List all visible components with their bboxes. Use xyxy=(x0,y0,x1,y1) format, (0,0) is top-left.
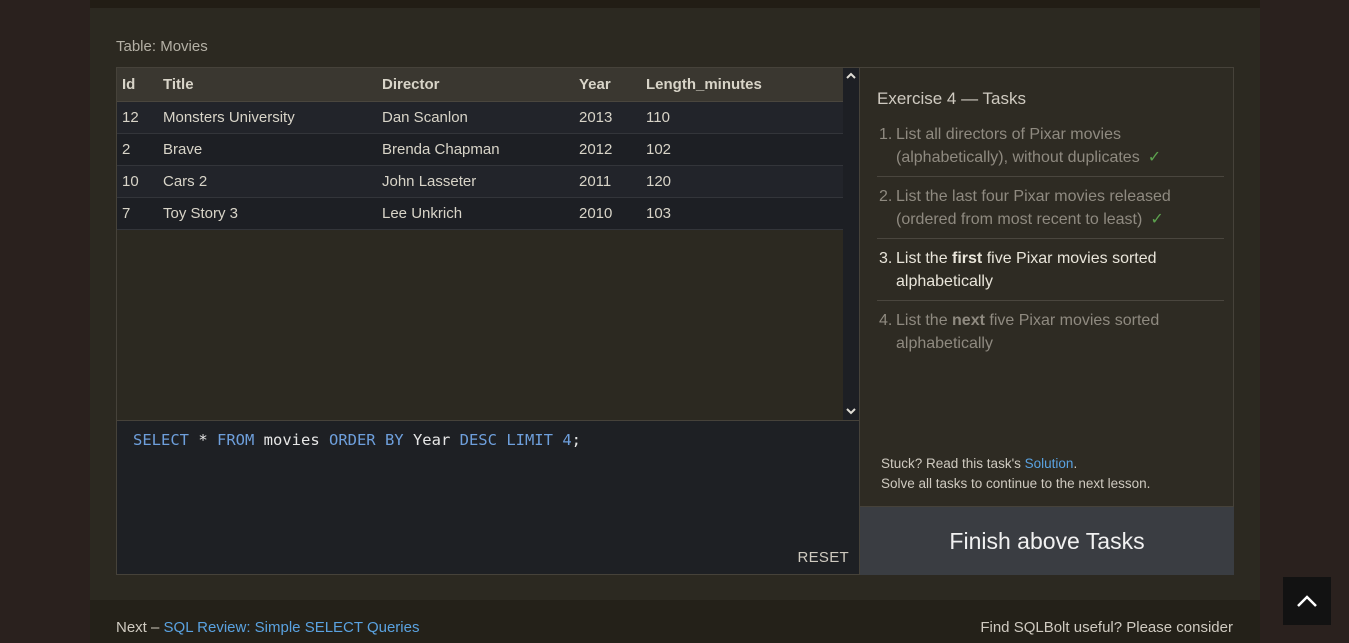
sql-text: movies xyxy=(254,431,329,449)
sql-text: ; xyxy=(571,431,582,449)
stuck-suffix: . xyxy=(1073,456,1078,471)
results-table: Id Title Director Year Length_minutes 12… xyxy=(117,68,843,230)
cell-id: 12 xyxy=(117,101,163,134)
cell-id: 2 xyxy=(117,133,163,166)
sql-keyword: DESC xyxy=(459,431,497,449)
sql-keyword: SELECT xyxy=(133,431,189,449)
checkmark-icon: ✓ xyxy=(1147,149,1162,166)
task-text: List the last four Pixar movies released… xyxy=(896,188,1171,228)
sql-text: * xyxy=(189,431,217,449)
column-header-title: Title xyxy=(163,68,382,102)
finish-tasks-button[interactable]: Finish above Tasks xyxy=(860,507,1234,575)
task-text: List all directors of Pixar movies (alph… xyxy=(896,126,1140,166)
table-row: 7 Toy Story 3 Lee Unkrich 2010 103 xyxy=(117,197,843,230)
task-number: 1. xyxy=(879,126,893,143)
sql-text: Year xyxy=(403,431,460,449)
sql-keyword: LIMIT xyxy=(506,431,553,449)
task-text: List the xyxy=(896,312,953,329)
cell-year: 2011 xyxy=(579,165,646,198)
task-item: 2. List the last four Pixar movies relea… xyxy=(877,185,1224,239)
chevron-up-icon[interactable] xyxy=(843,68,859,84)
sql-editor[interactable]: SELECT * FROM movies ORDER BY Year DESC … xyxy=(116,421,860,575)
task-emphasis: first xyxy=(952,250,983,267)
sql-query-text[interactable]: SELECT * FROM movies ORDER BY Year DESC … xyxy=(133,431,581,449)
task-item: 4. List the next five Pixar movies sorte… xyxy=(877,309,1224,362)
cell-id: 10 xyxy=(117,165,163,198)
cell-title: Cars 2 xyxy=(163,165,382,198)
cell-length: 103 xyxy=(646,197,843,230)
task-number: 4. xyxy=(879,312,893,329)
task-number: 2. xyxy=(879,188,893,205)
task-number: 3. xyxy=(879,250,893,267)
task-emphasis: next xyxy=(952,312,985,329)
support-text: Find SQLBolt useful? Please consider xyxy=(980,619,1233,636)
results-table-container: Id Title Director Year Length_minutes 12… xyxy=(116,67,860,421)
task-list: 1. List all directors of Pixar movies (a… xyxy=(877,123,1224,370)
top-strip xyxy=(90,0,1260,8)
cell-director: Lee Unkrich xyxy=(382,197,579,230)
tasks-title: Exercise 4 — Tasks xyxy=(877,89,1026,108)
table-row: 12 Monsters University Dan Scanlon 2013 … xyxy=(117,101,843,134)
cell-director: Dan Scanlon xyxy=(382,101,579,134)
stuck-help: Stuck? Read this task's Solution. Solve … xyxy=(881,454,1150,494)
cell-title: Brave xyxy=(163,133,382,166)
cell-length: 102 xyxy=(646,133,843,166)
cell-length: 120 xyxy=(646,165,843,198)
chevron-down-icon[interactable] xyxy=(843,404,859,420)
cell-length: 110 xyxy=(646,101,843,134)
cell-year: 2012 xyxy=(579,133,646,166)
cell-year: 2013 xyxy=(579,101,646,134)
table-caption: Table: Movies xyxy=(116,38,208,55)
back-to-top-button[interactable] xyxy=(1283,577,1331,625)
table-scrollbar[interactable] xyxy=(843,68,859,420)
next-lesson: Next – SQL Review: Simple SELECT Queries xyxy=(116,619,419,636)
task-item: 1. List all directors of Pixar movies (a… xyxy=(877,123,1224,177)
cell-title: Toy Story 3 xyxy=(163,197,382,230)
checkmark-icon: ✓ xyxy=(1150,211,1164,228)
column-header-length: Length_minutes xyxy=(646,68,843,102)
table-header-row: Id Title Director Year Length_minutes xyxy=(117,68,843,102)
column-header-year: Year xyxy=(579,68,646,102)
cell-id: 7 xyxy=(117,197,163,230)
continue-text: Solve all tasks to continue to the next … xyxy=(881,476,1151,491)
chevron-up-icon xyxy=(1297,595,1317,607)
sql-keyword: FROM xyxy=(217,431,255,449)
table-row: 2 Brave Brenda Chapman 2012 102 xyxy=(117,133,843,166)
cell-director: John Lasseter xyxy=(382,165,579,198)
cell-director: Brenda Chapman xyxy=(382,133,579,166)
sql-number: 4 xyxy=(562,431,572,449)
next-lesson-link[interactable]: SQL Review: Simple SELECT Queries xyxy=(164,619,420,636)
task-item: 3. List the first five Pixar movies sort… xyxy=(877,247,1224,301)
reset-button[interactable]: RESET xyxy=(797,549,849,566)
column-header-id: Id xyxy=(117,68,163,102)
table-row: 10 Cars 2 John Lasseter 2011 120 xyxy=(117,165,843,198)
sql-keyword: ORDER BY xyxy=(328,431,404,449)
cell-title: Monsters University xyxy=(163,101,382,134)
cell-year: 2010 xyxy=(579,197,646,230)
stuck-prefix: Stuck? Read this task's xyxy=(881,456,1025,471)
tasks-panel: Exercise 4 — Tasks 1. List all directors… xyxy=(860,67,1234,507)
column-header-director: Director xyxy=(382,68,579,102)
solution-link[interactable]: Solution xyxy=(1025,456,1074,471)
next-prefix: Next – xyxy=(116,619,164,636)
task-text: List the xyxy=(896,250,953,267)
